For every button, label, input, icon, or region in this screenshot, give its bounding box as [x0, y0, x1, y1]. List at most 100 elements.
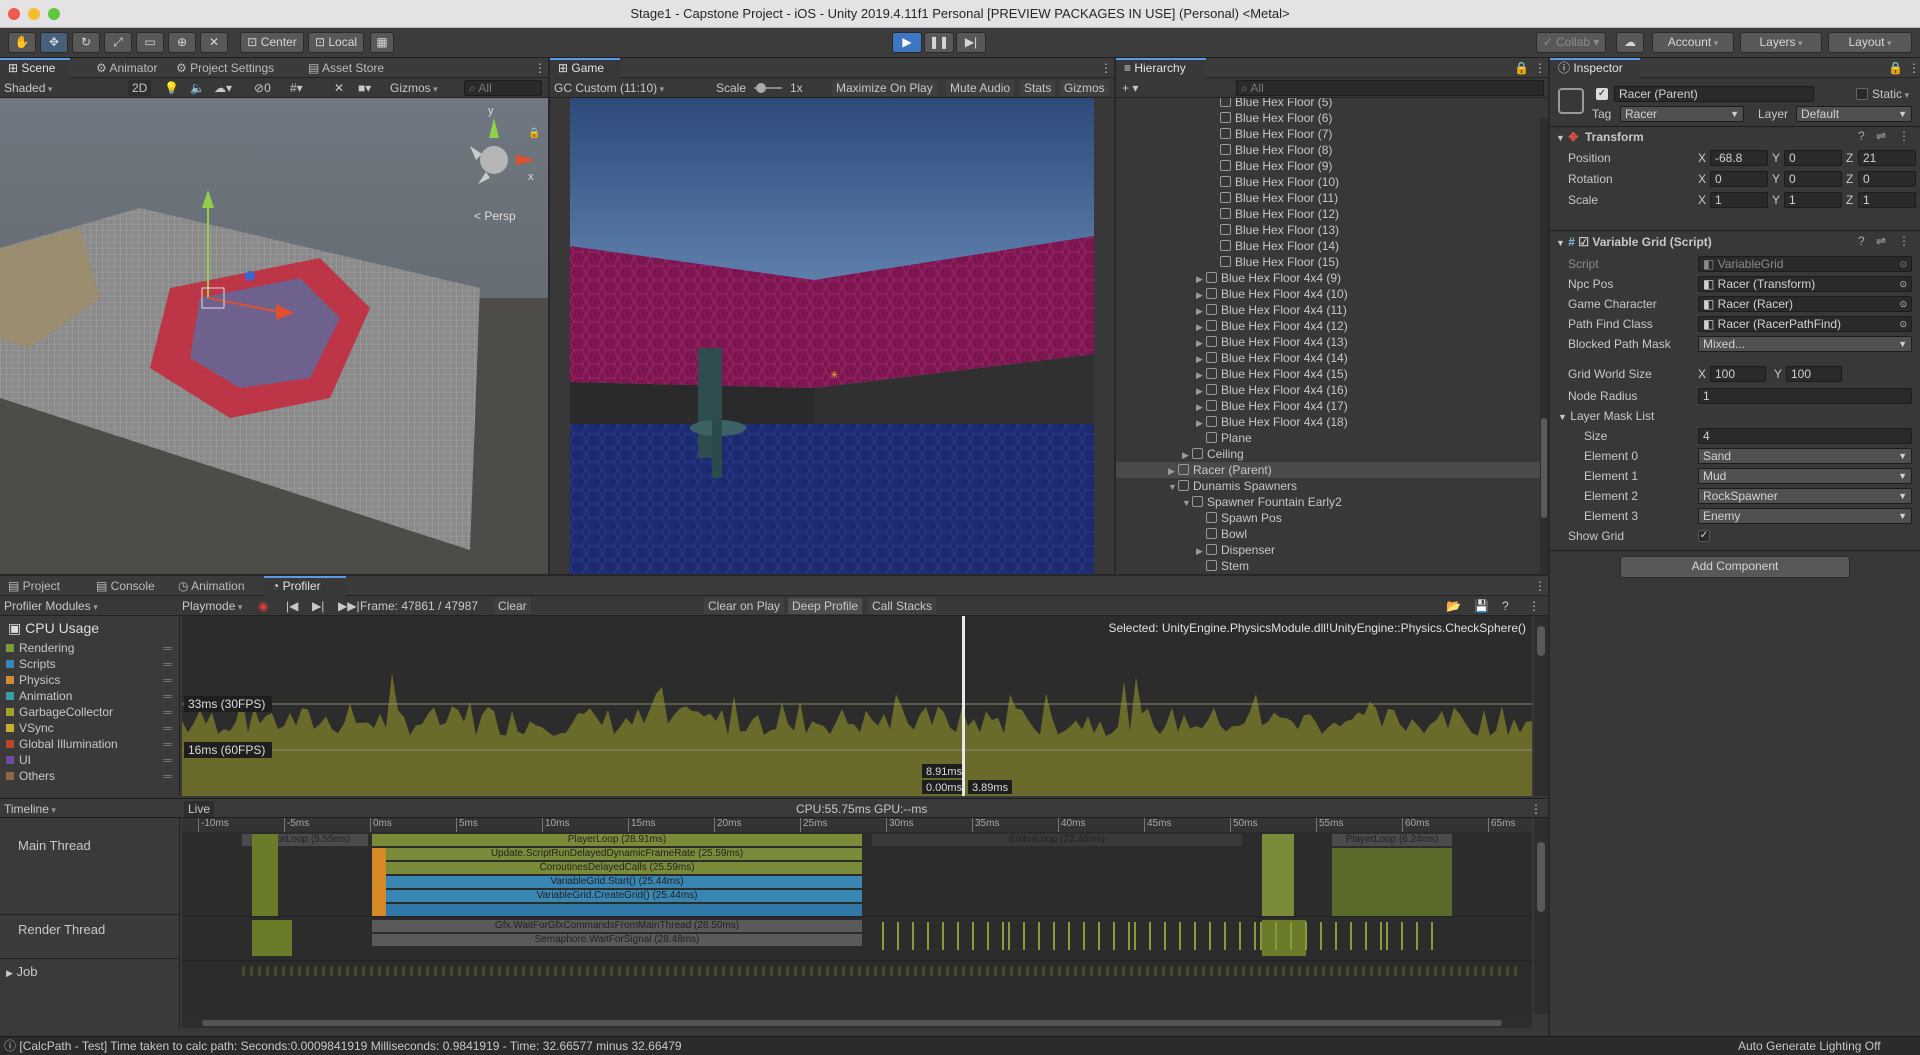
- physics-sample[interactable]: [372, 848, 386, 916]
- object-field[interactable]: ◧ Racer (Transform) ⊙: [1698, 276, 1912, 292]
- player-loop-bar[interactable]: PlayerLoop (28.91ms): [372, 834, 862, 846]
- camera-icon[interactable]: ■▾: [358, 80, 371, 96]
- timeline-scrollbar[interactable]: [1534, 818, 1548, 1014]
- component-menu-icon[interactable]: ⋮: [1898, 234, 1910, 248]
- prev-frame-icon[interactable]: |◀: [286, 598, 298, 614]
- mute-audio-button[interactable]: Mute Audio: [946, 80, 1015, 96]
- step-button[interactable]: ▶|: [956, 32, 986, 53]
- foldout-icon[interactable]: ▶: [1182, 447, 1192, 463]
- help-icon[interactable]: ?: [1502, 598, 1509, 614]
- hierarchy-item[interactable]: ▶ Dispenser: [1116, 542, 1540, 558]
- tab-game[interactable]: ⊞ Game: [550, 58, 620, 78]
- help-icon[interactable]: ?: [1858, 129, 1865, 143]
- player-loop-right-bar[interactable]: PlayerLoop (6.24ms): [1332, 834, 1452, 846]
- hierarchy-item[interactable]: ▶ Racer (Parent): [1116, 462, 1540, 478]
- legend-item[interactable]: Rendering ═: [6, 640, 176, 656]
- legend-item[interactable]: Physics ═: [6, 672, 176, 688]
- tab-animator[interactable]: ⚙ Animator: [88, 58, 165, 78]
- transform-tool-icon[interactable]: ⊕: [168, 32, 196, 53]
- legend-item[interactable]: UI ═: [6, 752, 176, 768]
- lock-icon[interactable]: 🔒: [528, 127, 540, 139]
- cpu-usage-chart[interactable]: 33ms (30FPS) 16ms (60FPS) Selected: UnityE…: [182, 616, 1532, 796]
- job-foldout[interactable]: ▶ Job: [6, 964, 38, 980]
- hierarchy-item[interactable]: ▶ Blue Hex Floor 4x4 (13): [1116, 334, 1540, 350]
- rotation-x-field[interactable]: 0: [1710, 171, 1768, 187]
- object-picker-icon[interactable]: ⊙: [1899, 257, 1907, 271]
- tag-dropdown[interactable]: Racer ▼: [1620, 106, 1744, 122]
- hierarchy-item[interactable]: Blue Hex Floor (11): [1116, 190, 1540, 206]
- variablegrid-create-bar[interactable]: VariableGrid.CreateGrid() (25.44ms): [372, 890, 862, 902]
- preset-icon[interactable]: ⇌: [1876, 234, 1886, 248]
- rotation-z-field[interactable]: 0: [1858, 171, 1916, 187]
- live-button[interactable]: Live: [184, 801, 215, 817]
- drag-handle-icon[interactable]: ═: [163, 768, 172, 784]
- drag-handle-icon[interactable]: ═: [163, 656, 172, 672]
- position-z-field[interactable]: 21: [1858, 150, 1916, 166]
- z-axis-handle[interactable]: [245, 271, 255, 281]
- hierarchy-item[interactable]: Bowl: [1116, 526, 1540, 542]
- scale-x-field[interactable]: 1: [1710, 192, 1768, 208]
- scene-search-input[interactable]: ⌕ All: [464, 80, 542, 96]
- game-gizmos-button[interactable]: Gizmos: [1060, 80, 1109, 96]
- collab-button[interactable]: ✓ Collab ▾: [1536, 32, 1606, 53]
- save-icon[interactable]: 💾: [1474, 598, 1489, 614]
- tab-project[interactable]: ▤ Project: [0, 576, 68, 596]
- hierarchy-item[interactable]: Stem: [1116, 558, 1540, 574]
- legend-item[interactable]: Animation ═: [6, 688, 176, 704]
- load-icon[interactable]: 📂: [1446, 598, 1461, 614]
- audio-toggle-icon[interactable]: 🔈: [190, 80, 205, 96]
- aspect-dropdown[interactable]: GC Custom (11:10): [554, 80, 702, 96]
- drag-handle-icon[interactable]: ═: [163, 752, 172, 768]
- legend-item[interactable]: Global Illumination ═: [6, 736, 176, 752]
- object-picker-icon[interactable]: ⊙: [1899, 297, 1907, 311]
- gfx-wait-bar[interactable]: Gfx.WaitForGfxCommandsFromMainThread (28…: [372, 920, 862, 932]
- drag-handle-icon[interactable]: ═: [163, 720, 172, 736]
- help-icon[interactable]: ?: [1858, 234, 1865, 248]
- hierarchy-item[interactable]: Blue Hex Floor (13): [1116, 222, 1540, 238]
- tab-inspector[interactable]: ⓘ Inspector: [1550, 58, 1640, 78]
- grid-x-field[interactable]: 100: [1710, 366, 1766, 382]
- update-script-bar[interactable]: Update.ScriptRunDelayedDynamicFrameRate …: [372, 848, 862, 860]
- rect-tool-icon[interactable]: ▭: [136, 32, 164, 53]
- drag-handle-icon[interactable]: ═: [163, 736, 172, 752]
- element-dropdown[interactable]: Enemy ▼: [1698, 508, 1912, 524]
- snap-icon[interactable]: ▦: [370, 32, 394, 53]
- persp-label[interactable]: < Persp: [474, 209, 516, 223]
- static-checkbox[interactable]: [1856, 88, 1868, 100]
- cpu-usage-header[interactable]: ▣ CPU Usage: [8, 620, 99, 636]
- hierarchy-item[interactable]: ▶ Blue Hex Floor 4x4 (14): [1116, 350, 1540, 366]
- view-mode-dropdown[interactable]: Timeline: [4, 801, 174, 817]
- preset-icon[interactable]: ⇌: [1876, 129, 1886, 143]
- hierarchy-search-input[interactable]: ⌕ All: [1236, 80, 1544, 96]
- object-field[interactable]: ◧ Racer (Racer) ⊙: [1698, 296, 1912, 312]
- drag-handle-icon[interactable]: ═: [163, 640, 172, 656]
- hidden-objects-icon[interactable]: ⊘0: [254, 80, 271, 96]
- tab-console[interactable]: ▤ Console: [88, 576, 163, 596]
- playmode-dropdown[interactable]: Playmode: [182, 598, 242, 614]
- tab-hierarchy[interactable]: ≡ Hierarchy: [1116, 58, 1206, 78]
- pause-button[interactable]: ❚❚: [924, 32, 954, 53]
- foldout-icon[interactable]: ▶: [1196, 543, 1206, 559]
- hierarchy-item[interactable]: Blue Hex Floor (9): [1116, 158, 1540, 174]
- element-dropdown[interactable]: RockSpawner ▼: [1698, 488, 1912, 504]
- clear-on-play-button[interactable]: Clear on Play: [704, 598, 785, 614]
- add-component-button[interactable]: Add Component: [1620, 556, 1850, 578]
- legend-item[interactable]: Scripts ═: [6, 656, 176, 672]
- editor-loop-mid-bar[interactable]: EditorLoop (22.46ms): [872, 834, 1242, 846]
- profiler-menu-icon[interactable]: ⋮: [1528, 598, 1540, 614]
- foldout-icon[interactable]: ▶: [1196, 303, 1206, 319]
- cpu-chart-scrollbar[interactable]: [1534, 616, 1548, 796]
- current-frame-icon[interactable]: ▶▶|: [338, 598, 360, 614]
- foldout-icon[interactable]: ▶: [1196, 367, 1206, 383]
- tab-asset-store[interactable]: ▤ Asset Store: [300, 58, 392, 78]
- cloud-icon[interactable]: ☁: [1616, 32, 1644, 53]
- element-dropdown[interactable]: Mud ▼: [1698, 468, 1912, 484]
- tab-scene[interactable]: ⊞ Scene: [0, 58, 70, 78]
- foldout-icon[interactable]: ▼: [1168, 479, 1178, 495]
- hierarchy-item[interactable]: Blue Hex Floor (12): [1116, 206, 1540, 222]
- size-field[interactable]: 4: [1698, 428, 1912, 444]
- object-picker-icon[interactable]: ⊙: [1899, 277, 1907, 291]
- next-frame-icon[interactable]: ▶|: [312, 598, 324, 614]
- hierarchy-item[interactable]: Blue Hex Floor (7): [1116, 126, 1540, 142]
- lighting-toggle-icon[interactable]: 💡: [164, 80, 179, 96]
